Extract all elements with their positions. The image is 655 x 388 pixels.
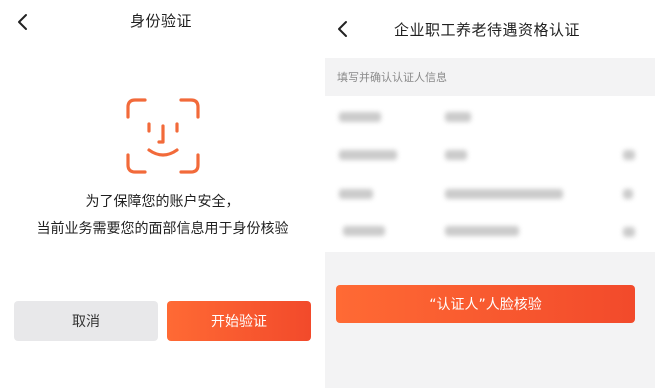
- info-row: [325, 179, 655, 209]
- start-verification-button[interactable]: 开始验证: [167, 301, 311, 341]
- left-screen: 身份验证 为了保障您的账户安全， 当前业务需要您的面部信息用于身份核验 取消 开…: [0, 0, 325, 388]
- face-scan-icon: [126, 98, 200, 174]
- field-label-redacted: [339, 112, 381, 122]
- field-value-redacted: [445, 189, 563, 199]
- field-value-redacted: [445, 112, 471, 122]
- field-value-redacted: [445, 150, 467, 160]
- field-label-redacted: [339, 150, 397, 160]
- info-row: [325, 140, 655, 170]
- field-action-redacted[interactable]: [623, 150, 635, 160]
- security-prompt-line2: 当前业务需要您的面部信息用于身份核验: [36, 221, 289, 237]
- section-label: 填写并确认认证人信息: [337, 71, 447, 84]
- screen-divider: [318, 0, 325, 388]
- field-label-redacted: [339, 189, 373, 199]
- page-title: 身份验证: [130, 12, 193, 30]
- field-label-redacted: [343, 226, 385, 236]
- field-value-redacted: [445, 226, 519, 236]
- field-action-redacted[interactable]: [623, 189, 633, 199]
- info-row: [325, 216, 655, 246]
- face-verification-button[interactable]: “认证人”人脸核验: [336, 285, 635, 323]
- cancel-button[interactable]: 取消: [14, 301, 158, 341]
- person-info-card: [325, 96, 655, 252]
- field-action-redacted[interactable]: [623, 227, 635, 237]
- back-button[interactable]: [330, 17, 354, 41]
- info-row: [325, 102, 655, 132]
- nav-bar: 企业职工养老待遇资格认证: [325, 0, 655, 58]
- page-title: 企业职工养老待遇资格认证: [394, 21, 581, 39]
- right-screen: 企业职工养老待遇资格认证 填写并确认认证人信息 “认证人”人脸核验: [325, 0, 655, 388]
- chevron-left-icon: [18, 14, 27, 30]
- back-button[interactable]: [10, 10, 34, 34]
- security-prompt-line1: 为了保障您的账户安全，: [85, 194, 240, 210]
- chevron-left-icon: [338, 21, 347, 37]
